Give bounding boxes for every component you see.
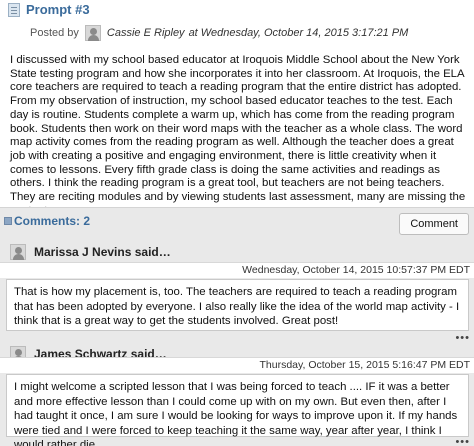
- collapse-toggle-icon[interactable]: [4, 217, 12, 225]
- comment-more-icon[interactable]: •••: [455, 436, 470, 446]
- comment-more-icon[interactable]: •••: [455, 332, 470, 344]
- comment-body: That is how my placement is, too. The te…: [6, 279, 469, 331]
- comment-date: Wednesday, October 14, 2015 10:57:37 PM …: [242, 264, 470, 276]
- commenter-avatar-icon: [10, 244, 26, 260]
- comment-date: Thursday, October 15, 2015 5:16:47 PM ED…: [259, 359, 471, 371]
- comment-date-row: Wednesday, October 14, 2015 10:57:37 PM …: [0, 262, 474, 278]
- posted-by-line: Posted by Cassie E Ripley at Wednesday, …: [30, 25, 408, 41]
- comment-date-row: Thursday, October 15, 2015 5:16:47 PM ED…: [0, 357, 474, 373]
- comments-header[interactable]: Comments: 2: [4, 214, 90, 228]
- comment-author-row: Marissa J Nevins said…: [8, 244, 171, 260]
- comment-body: I might welcome a scripted lesson that I…: [6, 374, 469, 446]
- post-author[interactable]: Cassie E Ripley: [107, 27, 185, 39]
- comment-text: That is how my placement is, too. The te…: [14, 286, 460, 327]
- comment-text: I might welcome a scripted lesson that I…: [14, 381, 458, 446]
- document-icon: [8, 2, 20, 17]
- comment-button[interactable]: Comment: [399, 213, 469, 235]
- comment-author: Marissa J Nevins said…: [34, 245, 171, 259]
- posted-by-label: Posted by: [30, 27, 79, 39]
- prompt-title[interactable]: Prompt #3: [8, 2, 90, 17]
- prompt-title-text[interactable]: Prompt #3: [26, 2, 90, 17]
- comments-panel: Comments: 2 Comment Marissa J Nevins sai…: [0, 207, 474, 446]
- prompt-header: Prompt #3 Posted by Cassie E Ripley at W…: [0, 0, 474, 48]
- comments-count-label[interactable]: Comments: 2: [14, 214, 90, 228]
- prompt-body-text: I discussed with my school based educato…: [10, 54, 466, 217]
- author-avatar-icon: [84, 25, 101, 41]
- post-timestamp: at Wednesday, October 14, 2015 3:17:21 P…: [188, 27, 409, 39]
- prompt-body: I discussed with my school based educato…: [10, 54, 472, 218]
